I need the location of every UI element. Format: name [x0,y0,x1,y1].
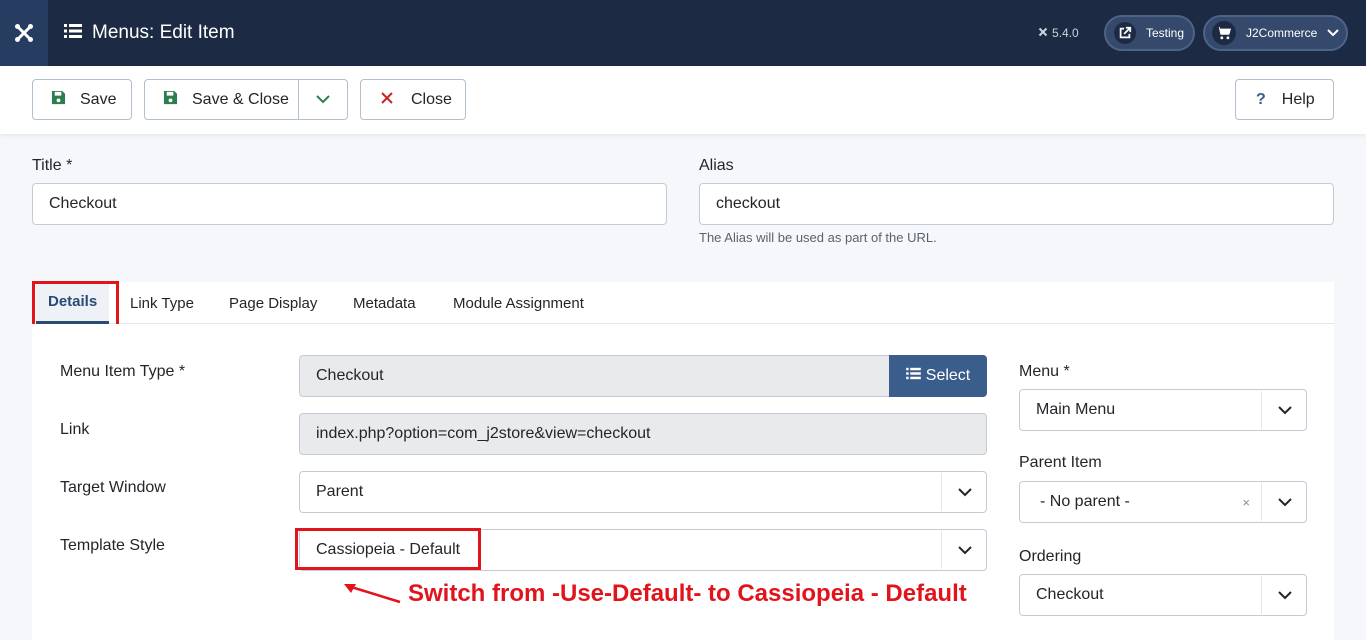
save-close-label: Save & Close [192,90,289,108]
tab-module-assignment[interactable]: Module Assignment [453,282,584,324]
chevron-down-icon [1278,575,1292,615]
list-icon [905,367,921,385]
template-style-label: Template Style [60,537,165,554]
tab-metadata[interactable]: Metadata [353,282,416,324]
version-info: 5.4.0 [1038,0,1079,66]
link-value: index.php?option=com_j2store&view=checko… [316,425,651,442]
annotation-text: Switch from -Use-Default- to Cassiopeia … [408,580,967,607]
menu-label: Menu * [1019,363,1070,380]
target-window-select[interactable]: Parent [299,471,987,513]
help-button[interactable]: ? Help [1235,79,1334,120]
link-label: Link [60,421,90,438]
cart-icon [1212,21,1236,45]
select-divider [941,473,942,511]
menu-value: Main Menu [1036,401,1116,418]
user-name: J2Commerce [1246,26,1318,40]
site-name: Testing [1146,26,1185,40]
save-button[interactable]: Save [32,79,132,120]
title-input[interactable]: Checkout [32,183,667,225]
save-icon [163,90,178,110]
select-menu-type-button[interactable]: Select [889,355,987,397]
tab-bar: Details Link Type Page Display Metadata … [32,282,1334,324]
title-value: Checkout [49,195,117,212]
close-button[interactable]: Close [360,79,466,120]
help-label: Help [1281,90,1315,108]
chevron-down-icon [958,530,972,570]
close-label: Close [411,90,452,108]
page-title: Menus: Edit Item [92,22,235,43]
close-icon [381,91,393,109]
alias-hint: The Alias will be used as part of the UR… [699,230,937,245]
ordering-label: Ordering [1019,548,1082,565]
save-icon [51,90,66,110]
external-link-icon [1114,22,1136,44]
view-site-button[interactable]: Testing [1104,15,1195,51]
page-heading: Menus: Edit Item [64,0,235,66]
annotation-arrow-icon [344,584,401,604]
joomla-small-icon [1038,26,1048,40]
list-icon [64,23,82,44]
chevron-down-icon [1278,482,1292,522]
chevron-down-icon [1327,26,1340,40]
alias-value: checkout [716,195,781,212]
alias-label: Alias [699,157,734,174]
chevron-down-icon [1278,390,1292,430]
question-icon: ? [1256,90,1266,108]
tab-page-display[interactable]: Page Display [229,282,317,324]
select-divider [1261,391,1262,429]
target-window-value: Parent [316,483,364,500]
toolbar: Save Save & Close Close ? Help [0,66,1366,134]
save-options-dropdown[interactable] [298,79,348,120]
menu-item-type-field: Checkout [299,355,891,397]
ordering-value: Checkout [1036,586,1104,603]
user-menu-button[interactable]: J2Commerce [1203,15,1348,51]
menu-select[interactable]: Main Menu [1019,389,1307,431]
menu-item-type-value: Checkout [316,367,384,384]
select-divider [1261,483,1262,521]
parent-item-value: - No parent - [1040,493,1130,510]
select-label: Select [925,367,971,384]
tab-link-type[interactable]: Link Type [130,282,194,324]
joomla-logo-icon[interactable] [0,0,48,66]
save-label: Save [80,90,117,108]
link-field: index.php?option=com_j2store&view=checko… [299,413,987,455]
parent-item-select[interactable]: - No parent - × [1019,481,1307,523]
select-divider [941,531,942,569]
template-style-highlight-box [295,528,481,570]
alias-input[interactable]: checkout [699,183,1334,225]
admin-header: Menus: Edit Item 5.4.0 Testing J2Commerc… [0,0,1366,66]
parent-item-label: Parent Item [1019,454,1102,471]
ordering-select[interactable]: Checkout [1019,574,1307,616]
chevron-down-icon [958,472,972,512]
target-window-label: Target Window [60,479,166,496]
save-close-button[interactable]: Save & Close [144,79,299,120]
version-text: 5.4.0 [1052,26,1079,40]
select-divider [1261,576,1262,614]
tab-highlight-box [32,281,119,327]
title-label: Title * [32,157,73,174]
menu-item-type-label: Menu Item Type * [60,363,186,380]
chevron-down-icon [316,91,330,109]
clear-icon[interactable]: × [1242,482,1250,522]
